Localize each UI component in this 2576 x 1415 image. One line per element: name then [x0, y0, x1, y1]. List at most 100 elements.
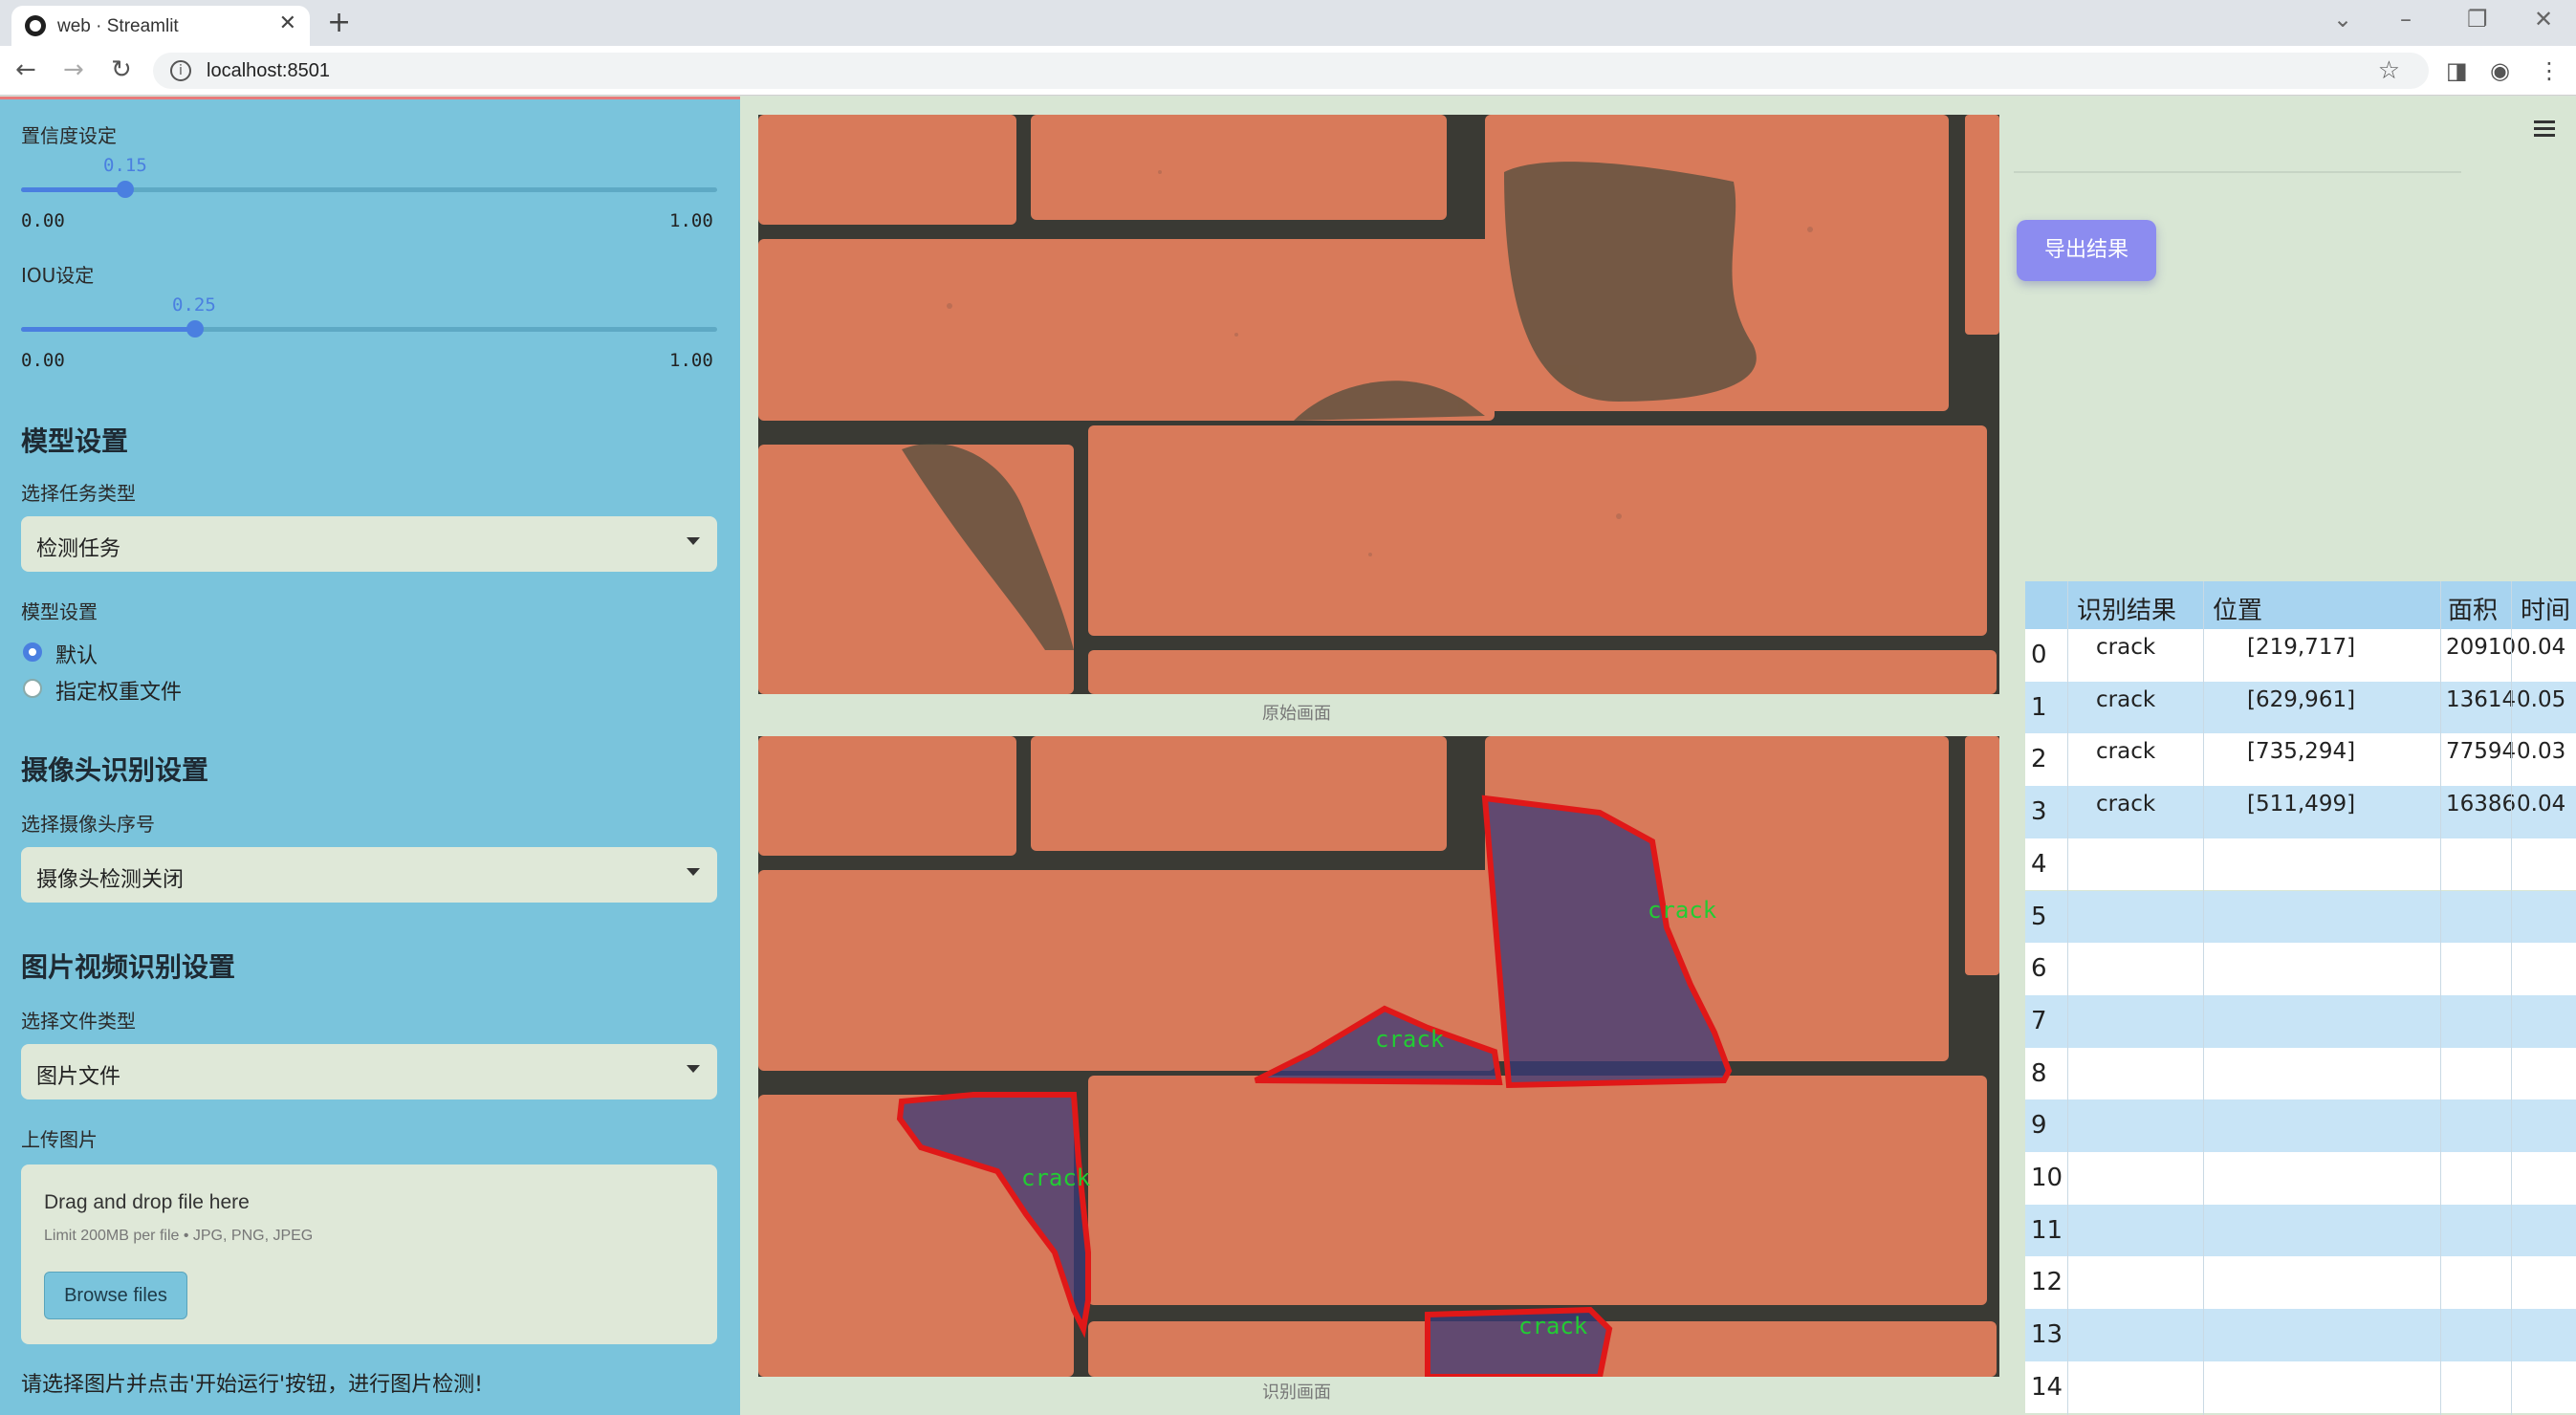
row-index: 7 [2031, 1006, 2047, 1035]
table-row[interactable]: 11 [2025, 1204, 2576, 1257]
row-area: 77594 [2446, 739, 2517, 765]
hamburger-menu-icon[interactable] [2534, 120, 2555, 138]
table-row[interactable]: 14 [2025, 1361, 2576, 1414]
row-index: 14 [2031, 1372, 2063, 1402]
original-image [758, 115, 1999, 694]
confidence-slider-thumb[interactable] [117, 181, 135, 198]
original-caption: 原始画面 [1262, 704, 1331, 724]
row-position: [735,294] [2247, 739, 2356, 765]
back-icon[interactable]: ← [15, 55, 36, 84]
camera-section-title: 摄像头识别设置 [21, 754, 209, 786]
table-row[interactable]: 6 [2025, 943, 2576, 995]
crack-label-4: crack [1518, 1313, 1588, 1339]
url-text: localhost:8501 [207, 60, 330, 81]
confidence-slider[interactable] [21, 181, 717, 198]
row-index: 8 [2031, 1058, 2047, 1088]
dropzone-title: Drag and drop file here [44, 1191, 250, 1213]
media-section-title: 图片视频识别设置 [21, 951, 236, 983]
file-dropzone[interactable]: Drag and drop file here Limit 200MB per … [21, 1165, 717, 1344]
original-brick-photo [758, 115, 1999, 694]
radio-custom-weights[interactable] [23, 679, 42, 698]
confidence-slider-fill [21, 187, 126, 192]
task-type-value: 检测任务 [36, 537, 121, 561]
export-results-button[interactable]: 导出结果 [2017, 220, 2156, 281]
bookmark-star-icon[interactable]: ☆ [2378, 56, 2400, 85]
table-row[interactable]: 5 [2025, 890, 2576, 944]
iou-slider[interactable] [21, 320, 717, 337]
result-image: crack crack crack crack [758, 736, 1999, 1377]
radio-default-label[interactable]: 默认 [55, 639, 98, 669]
file-type-select[interactable]: 图片文件 [21, 1044, 717, 1099]
close-tab-icon[interactable]: ✕ [279, 11, 296, 35]
row-index: 6 [2031, 954, 2047, 984]
confidence-max: 1.00 [669, 210, 713, 231]
table-row[interactable]: 7 [2025, 994, 2576, 1048]
column-separator [2067, 581, 2068, 1415]
task-type-select[interactable]: 检测任务 [21, 516, 717, 572]
column-separator [2511, 581, 2512, 1415]
table-row[interactable]: 12 [2025, 1256, 2576, 1310]
iou-value: 0.25 [172, 294, 216, 316]
forward-icon[interactable]: → [63, 55, 84, 84]
camera-index-label: 选择摄像头序号 [21, 813, 155, 836]
reload-icon[interactable]: ↻ [111, 55, 132, 84]
radio-default[interactable] [23, 642, 42, 662]
result-brick-photo: crack crack crack crack [758, 736, 1999, 1377]
browser-tab-bar: web · Streamlit ✕ + ⌄ – ❐ ✕ [0, 0, 2576, 46]
table-row[interactable]: 9 [2025, 1099, 2576, 1152]
column-separator [2203, 581, 2204, 1415]
new-tab-icon[interactable]: + [327, 6, 351, 39]
table-row[interactable]: 3 crack [511,499] 16386 0.04 [2025, 786, 2576, 838]
header-area[interactable]: 面积 [2448, 591, 2498, 626]
dropzone-limit: Limit 200MB per file • JPG, PNG, JPEG [44, 1228, 314, 1244]
camera-select[interactable]: 摄像头检测关闭 [21, 847, 717, 903]
sidepanel-icon[interactable]: ◨ [2446, 57, 2468, 84]
row-result: crack [2096, 739, 2156, 765]
row-index: 13 [2031, 1320, 2063, 1350]
header-result[interactable]: 识别结果 [2077, 591, 2176, 626]
browser-tab[interactable]: web · Streamlit ✕ [11, 6, 310, 46]
chevron-down-icon [687, 868, 700, 876]
row-index: 10 [2031, 1164, 2063, 1192]
instruction-note: 请选择图片并点击'开始运行'按钮，进行图片检测! [21, 1373, 483, 1397]
address-bar: ← → ↻ i localhost:8501 ☆ ◨ ◉ ⋮ [0, 46, 2576, 96]
restore-icon[interactable]: ❐ [2467, 6, 2488, 33]
table-row[interactable]: 2 crack [735,294] 77594 0.03 [2025, 733, 2576, 787]
chevron-down-icon [687, 1065, 700, 1073]
row-result: crack [2096, 635, 2156, 660]
iou-slider-thumb[interactable] [186, 320, 204, 337]
site-info-icon[interactable]: i [170, 60, 191, 81]
results-table: 识别结果 位置 面积 时间 0 crack [219,717] 20910 0.04 1 c… [2025, 581, 2576, 1415]
chevron-down-icon [687, 537, 700, 545]
iou-slider-fill [21, 327, 195, 332]
profile-icon[interactable]: ◉ [2490, 57, 2510, 84]
row-time: 0.04 [2517, 792, 2566, 817]
header-position[interactable]: 位置 [2213, 591, 2262, 626]
row-area: 16386 [2446, 792, 2517, 817]
row-time: 0.05 [2517, 686, 2566, 712]
table-row[interactable]: 4 [2025, 838, 2576, 891]
url-field[interactable]: i localhost:8501 ☆ [153, 53, 2429, 89]
browse-files-button[interactable]: Browse files [44, 1272, 187, 1319]
streamlit-favicon-icon [25, 15, 46, 36]
row-result: crack [2096, 792, 2156, 817]
task-type-label: 选择任务类型 [21, 482, 136, 505]
table-header: 识别结果 位置 面积 时间 [2025, 581, 2576, 629]
row-area: 20910 [2446, 635, 2517, 660]
iou-max: 1.00 [669, 350, 713, 371]
model-setting-label: 模型设置 [21, 600, 98, 623]
file-type-value: 图片文件 [36, 1065, 121, 1089]
table-row[interactable]: 10 [2025, 1152, 2576, 1205]
confidence-label: 置信度设定 [21, 124, 117, 147]
minimize-icon[interactable]: – [2400, 6, 2412, 33]
table-row[interactable]: 13 [2025, 1309, 2576, 1361]
table-row[interactable]: 8 [2025, 1047, 2576, 1100]
tab-search-icon[interactable]: ⌄ [2333, 6, 2352, 33]
radio-custom-weights-label[interactable]: 指定权重文件 [55, 675, 182, 706]
table-row[interactable]: 0 crack [219,717] 20910 0.04 [2025, 629, 2576, 682]
table-row[interactable]: 1 crack [629,961] 13614 0.05 [2025, 681, 2576, 734]
browser-menu-icon[interactable]: ⋮ [2538, 57, 2561, 84]
header-time[interactable]: 时间 [2521, 591, 2570, 626]
iou-label: IOU设定 [21, 264, 95, 287]
close-window-icon[interactable]: ✕ [2534, 6, 2553, 33]
